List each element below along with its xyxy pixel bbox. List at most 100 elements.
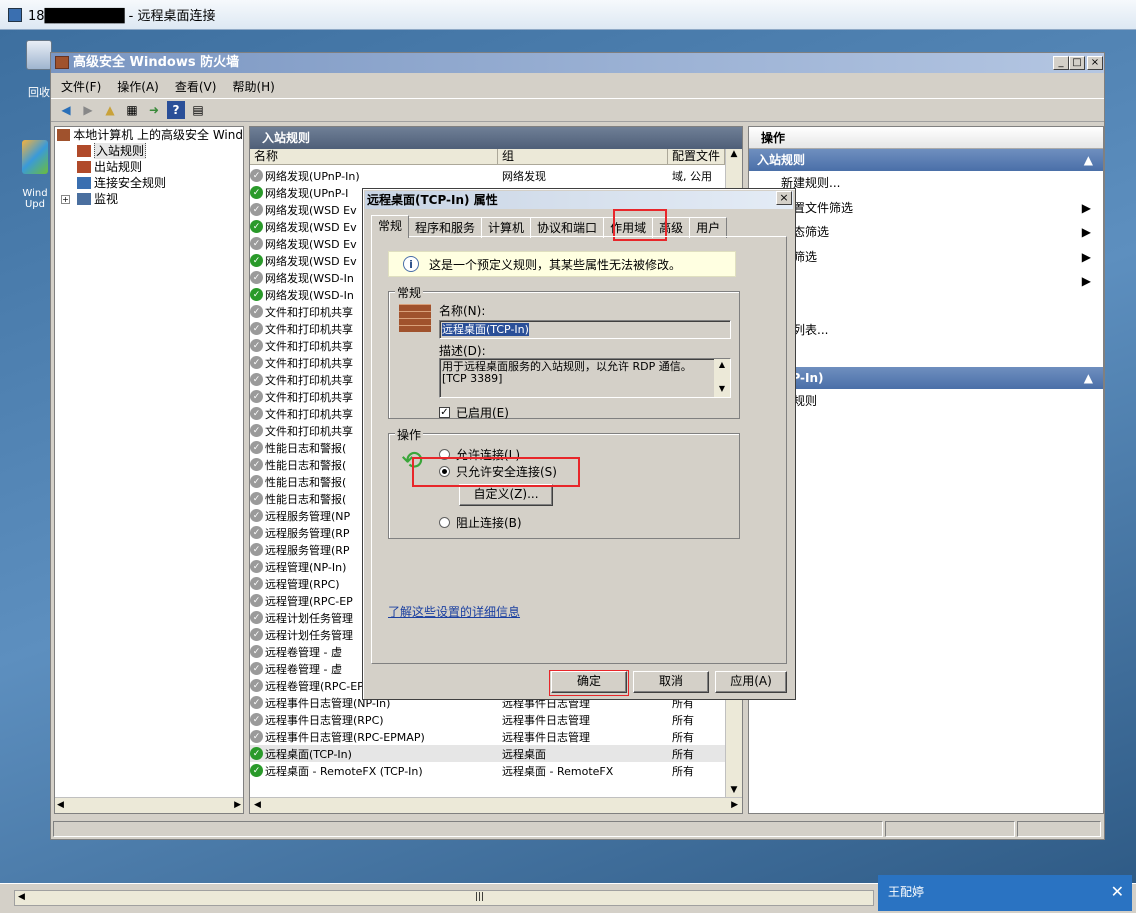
tree-hscrollbar[interactable]: ◀ ▶ [55,797,243,813]
back-icon[interactable]: ◀ [57,101,75,119]
close-icon[interactable]: ✕ [1111,875,1124,909]
apply-button[interactable]: 应用(A) [715,671,787,693]
rule-name: 远程服务管理(RP [265,543,350,557]
tree-item-label: 监视 [94,192,119,206]
disabled-check-icon: ✓ [250,356,263,369]
actions-list-2: 用规则切制除性助 [749,389,1103,536]
action-item[interactable]: 切 [749,414,1103,439]
action-item[interactable]: 助 [749,512,1103,537]
action-item[interactable]: 新 [749,294,1103,319]
column-profile[interactable]: 配置文件 [668,149,725,164]
action-item[interactable]: 组筛选 ▶ [749,245,1103,270]
action-item[interactable]: 制 [749,438,1103,463]
table-row[interactable]: ✓ 远程事件日志管理(RPC-EPMAP) 远程事件日志管理 所有 [250,728,725,745]
actions-section-inbound[interactable]: 入站规则 ▲ [749,149,1103,171]
list-hscrollbar[interactable]: ◀ ▶ [250,797,742,813]
collapse-icon[interactable]: ▲ [1084,149,1093,171]
forward-icon[interactable]: ▶ [79,101,97,119]
radio-icon [439,517,450,528]
tab-programs[interactable]: 程序和服务 [408,217,483,238]
actions-section-rule[interactable]: 面(TCP-In)▲ [749,367,1103,389]
menu-view[interactable]: 查看(V) [175,78,217,95]
rule-name: 远程计划任务管理 [265,628,353,642]
learn-more-link[interactable]: 了解这些设置的详细信息 [388,603,520,620]
notification-toast[interactable]: 王配婷 ✕ [878,875,1132,911]
maximize-button[interactable]: □ [1069,56,1085,70]
rule-name: 文件和打印机共享 [265,339,353,353]
action-item[interactable]: 状态筛选 ▶ [749,220,1103,245]
name-label: 名称(N): [439,304,486,318]
dialog-title-bar[interactable]: 远程桌面(TCP-In) 属性 [365,191,793,209]
collapse-icon[interactable]: ▲ [1084,367,1093,389]
export-list-icon[interactable]: ➜ [145,101,163,119]
action-item[interactable]: 用规则 [749,389,1103,414]
rule-name: 文件和打印机共享 [265,356,353,370]
disabled-check-icon: ✓ [250,611,263,624]
expand-icon[interactable]: + [61,194,70,204]
dialog-tabs: 常规 程序和服务 计算机 协议和端口 作用域 高级 用户 [371,215,728,238]
tree-item-inbound[interactable]: 入站规则 [55,143,243,159]
tree-item-monitor[interactable]: + 监视 [55,191,243,207]
tree-item-outbound[interactable]: 出站规则 [55,159,243,175]
tab-protocols[interactable]: 协议和端口 [530,217,605,238]
action-item[interactable]: 看▶ [749,269,1103,294]
column-name[interactable]: 名称 [250,149,498,164]
action-item[interactable]: 出列表... [749,318,1103,343]
help-icon[interactable]: ? [167,101,185,119]
enabled-checkbox[interactable]: ✓ 已启用(E) [439,404,509,421]
up-folder-icon[interactable]: ▲ [101,101,119,119]
minimize-button[interactable]: _ [1053,56,1069,70]
rule-name: 远程计划任务管理 [265,611,353,625]
action-item[interactable]: 配置文件筛选 ▶ [749,196,1103,221]
rule-name-cell: ✓ 远程桌面 - RemoteFX (TCP-In) [250,763,498,779]
action-item[interactable]: 性 [749,487,1103,512]
taskbar-scrollbar[interactable]: ◀ ||| [14,890,874,906]
column-group[interactable]: 组 [498,149,668,164]
tab-computers[interactable]: 计算机 [481,217,532,238]
menu-help[interactable]: 帮助(H) [232,78,274,95]
windows-update-icon[interactable]: Wind Upd [20,140,50,210]
tab-general[interactable]: 常规 [371,215,410,238]
general-tab-panel: i 这是一个预定义规则，其某些属性无法被修改。 常规 名称(N): 远程桌面(T… [371,236,787,664]
action-item[interactable]: 新建规则... [749,171,1103,196]
block-radio[interactable]: 阻止连接(B) [439,514,522,531]
disabled-check-icon: ✓ [250,407,263,420]
mmc-title-bar[interactable]: 高级安全 Windows 防火墙 [51,53,1104,73]
rule-name: 远程事件日志管理(RPC) [265,713,384,727]
tree-item-connection-security[interactable]: 连接安全规则 [55,175,243,191]
disabled-check-icon: ✓ [250,645,263,658]
monitor-icon [77,193,91,205]
cancel-button[interactable]: 取消 [633,671,709,693]
close-button[interactable]: × [1087,56,1103,70]
table-row[interactable]: ✓ 远程事件日志管理(RPC) 远程事件日志管理 所有 [250,711,725,728]
tab-users[interactable]: 用户 [689,217,728,238]
scroll-right-icon[interactable]: ▶ [234,800,241,811]
table-row[interactable]: ✓ 网络发现(UPnP-In) 网络发现 域, 公用 [250,167,725,184]
dialog-title: 远程桌面(TCP-In) 属性 [367,193,498,207]
dialog-close-button[interactable]: × [776,191,792,205]
customize-button[interactable]: 自定义(Z)... [459,484,553,506]
description-field[interactable]: 用于远程桌面服务的入站规则，以允许 RDP 通信。[TCP 3389] ▲ ▼ [439,358,731,398]
table-row[interactable]: ✓ 远程桌面(TCP-In) 远程桌面 所有 [250,745,725,762]
menu-action[interactable]: 操作(A) [117,78,159,95]
action-item[interactable]: 除 [749,463,1103,488]
rule-name: 远程事件日志管理(RPC-EPMAP) [265,730,425,744]
rdp-title-bar[interactable]: 18████████ - 远程桌面连接 [0,0,1136,30]
rule-name: 远程管理(RPC) [265,577,340,591]
disabled-check-icon: ✓ [250,713,263,726]
table-row[interactable]: ✓ 远程桌面 - RemoteFX (TCP-In) 远程桌面 - RemoteFX… [250,762,725,779]
rule-name: 性能日志和警报( [265,475,347,489]
tree-root[interactable]: 本地计算机 上的高级安全 Wind [55,127,243,143]
description-scrollbar[interactable]: ▲ ▼ [714,359,730,397]
action-item[interactable]: 助 [749,343,1103,368]
name-field[interactable]: 远程桌面(TCP-In) [439,320,731,339]
menu-file[interactable]: 文件(F) [61,78,101,95]
secure-only-highlight [412,457,580,487]
firewall-rule-icon [399,304,431,332]
disabled-check-icon: ✓ [250,509,263,522]
disabled-check-icon: ✓ [250,492,263,505]
list-column-headers: 名称 组 配置文件 [250,149,725,165]
show-hide-action-pane-icon[interactable]: ▤ [189,101,207,119]
show-hide-tree-icon[interactable]: ▦ [123,101,141,119]
scroll-left-icon[interactable]: ◀ [57,800,64,811]
